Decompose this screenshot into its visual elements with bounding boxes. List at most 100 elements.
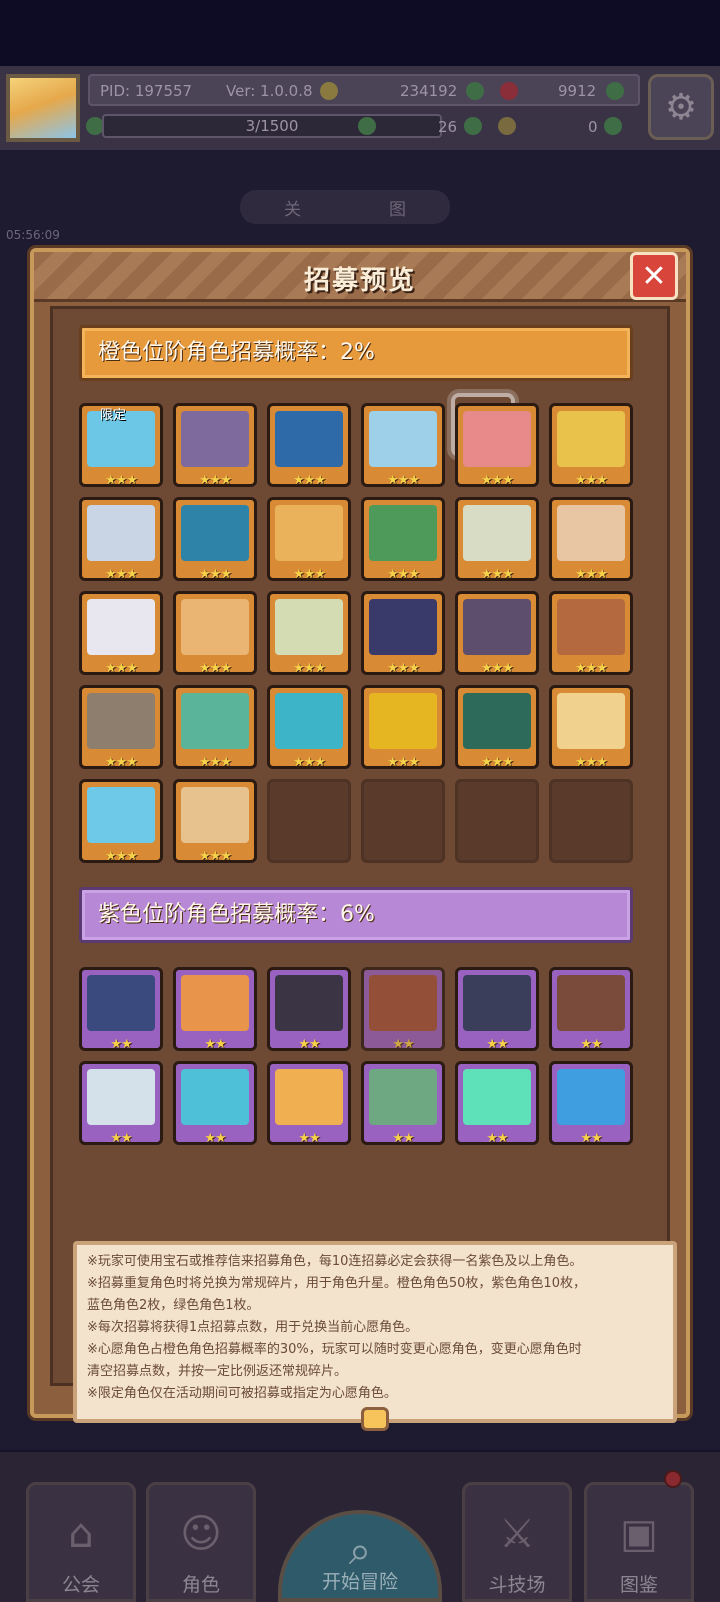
- character-card[interactable]: ★★: [267, 967, 351, 1052]
- character-card[interactable]: ★★★: [361, 403, 445, 488]
- rule-line: ※玩家可使用宝石或推荐信来招募角色，每10连招募必定会获得一名紫色及以上角色。: [87, 1254, 583, 1269]
- character-card[interactable]: ★★: [455, 967, 539, 1052]
- nav-roles-button[interactable]: ☺ 角色: [146, 1482, 256, 1602]
- xp-bar: 3/1500: [102, 114, 442, 138]
- character-card[interactable]: ★★★: [267, 591, 351, 676]
- plus-icon[interactable]: [604, 117, 622, 135]
- character-card[interactable]: ★★: [361, 1061, 445, 1146]
- player-info-panel: PID: 197557 Ver: 1.0.0.8 234192 9912: [88, 74, 640, 106]
- gold-count: 234192: [400, 82, 458, 100]
- notification-dot: [664, 1470, 682, 1488]
- character-card[interactable]: ★★★: [79, 497, 163, 582]
- gem-icon: [500, 82, 518, 100]
- settings-gear-icon[interactable]: ⚙: [648, 74, 714, 140]
- game-version: Ver: 1.0.0.8: [226, 82, 313, 100]
- character-card[interactable]: ★★★: [173, 403, 257, 488]
- rule-line: 清空招募点数，并按一定比例返还常规碎片。: [87, 1364, 348, 1379]
- empty-slot: [549, 779, 633, 863]
- plus-icon[interactable]: [464, 117, 482, 135]
- gold-icon: [320, 82, 338, 100]
- guild-icon: ⌂: [68, 1511, 94, 1557]
- crossed-swords-icon: ⚔: [499, 1511, 535, 1557]
- character-card[interactable]: 限定 ★★★: [79, 403, 163, 488]
- character-card[interactable]: ★★★: [549, 591, 633, 676]
- close-icon: ✕: [641, 258, 667, 294]
- modal-title-bar: 招募预览 ✕: [34, 252, 686, 302]
- character-card[interactable]: ★★: [549, 967, 633, 1052]
- character-card[interactable]: ★★★: [79, 685, 163, 770]
- character-card[interactable]: ★★★: [267, 685, 351, 770]
- top-bar: PID: 197557 Ver: 1.0.0.8 234192 9912 3/1…: [0, 66, 720, 150]
- rule-line: ※招募重复角色时将兑换为常规碎片，用于角色升星。橙色角色50枚，紫色角色10枚，: [87, 1276, 586, 1291]
- recruit-rules-notes: ※玩家可使用宝石或推荐信来招募角色，每10连招募必定会获得一名紫色及以上角色。 …: [73, 1241, 677, 1423]
- clover-icon: [358, 117, 376, 135]
- plus-icon[interactable]: [606, 82, 624, 100]
- character-card[interactable]: ★★: [361, 967, 445, 1052]
- character-card[interactable]: ★★: [173, 967, 257, 1052]
- plus-icon[interactable]: [466, 82, 484, 100]
- player-avatar[interactable]: [6, 74, 80, 142]
- boot-icon: [498, 117, 516, 135]
- scroll-handle[interactable]: [361, 1407, 389, 1431]
- character-card[interactable]: ★★★: [173, 497, 257, 582]
- character-icon: ☺: [180, 1511, 222, 1557]
- player-id: PID: 197557: [100, 82, 193, 100]
- recruit-preview-modal: 招募预览 ✕ 橙色位阶角色招募概率：2% 限定 ★★★ ★★★ ★★★ ★★★ ★…: [30, 248, 690, 1431]
- character-card[interactable]: ★★★: [173, 779, 257, 864]
- character-card[interactable]: ★★★: [361, 685, 445, 770]
- character-card[interactable]: ★★: [79, 1061, 163, 1146]
- purple-character-grid: ★★ ★★ ★★ ★★ ★★ ★★ ★★ ★★ ★★ ★★ ★★ ★★: [79, 967, 633, 1146]
- character-card[interactable]: ★★★: [455, 497, 539, 582]
- nav-guild-button[interactable]: ⌂ 公会: [26, 1482, 136, 1602]
- character-card[interactable]: ★★: [173, 1061, 257, 1146]
- rule-line: 蓝色角色2枚，绿色角色1枚。: [87, 1298, 260, 1313]
- empty-slot: [361, 779, 445, 863]
- character-card[interactable]: ★★: [79, 967, 163, 1052]
- nav-arena-button[interactable]: ⚔ 斗技场: [462, 1482, 572, 1602]
- character-card[interactable]: ★★★: [455, 685, 539, 770]
- background-tab-left: 关: [284, 199, 301, 220]
- nav-guild-label: 公会: [61, 1574, 100, 1596]
- purple-rate-header: 紫色位阶角色招募概率：6%: [79, 887, 633, 943]
- character-card[interactable]: ★★★: [549, 497, 633, 582]
- rule-line: ※每次招募将获得1点招募点数，用于兑换当前心愿角色。: [87, 1320, 419, 1335]
- status-bar: [0, 0, 720, 66]
- character-card[interactable]: ★★★: [79, 779, 163, 864]
- rule-line: ※心愿角色占橙色角色招募概率的30%，玩家可以随时变更心愿角色，变更心愿角色时: [87, 1342, 582, 1357]
- character-card[interactable]: ★★★: [267, 403, 351, 488]
- boot-count: 0: [588, 118, 598, 136]
- character-card[interactable]: ★★★: [267, 497, 351, 582]
- nav-arena-label: 斗技场: [488, 1574, 546, 1596]
- empty-slot: [455, 779, 539, 863]
- empty-slot: [267, 779, 351, 863]
- background-tab-switch[interactable]: 关 图: [240, 190, 450, 224]
- codex-icon: ▣: [620, 1511, 658, 1557]
- background-timer: 05:56:09: [6, 228, 60, 242]
- character-card[interactable]: ★★★: [361, 591, 445, 676]
- modal-content: 橙色位阶角色招募概率：2% 限定 ★★★ ★★★ ★★★ ★★★ ★★★ ★★★ …: [50, 306, 677, 1431]
- orange-rate-header: 橙色位阶角色招募概率：2%: [79, 325, 633, 381]
- close-button[interactable]: ✕: [630, 252, 678, 300]
- orange-character-grid: 限定 ★★★ ★★★ ★★★ ★★★ ★★★ ★★★ ★★★ ★★★ ★★★ ★★…: [79, 403, 633, 864]
- character-card[interactable]: ★★★: [549, 685, 633, 770]
- character-card[interactable]: ★★★: [549, 403, 633, 488]
- character-card[interactable]: ★★: [455, 1061, 539, 1146]
- start-adventure-label: 开始冒险: [321, 1571, 398, 1593]
- character-card[interactable]: ★★★: [173, 591, 257, 676]
- background-tab-right: 图: [389, 199, 406, 220]
- character-card[interactable]: ★★★: [361, 497, 445, 582]
- character-card[interactable]: ★★★: [79, 591, 163, 676]
- character-card[interactable]: ★★★: [455, 403, 539, 488]
- clover-count: 26: [438, 118, 458, 136]
- modal-title: 招募预览: [303, 266, 416, 296]
- nav-codex-label: 图鉴: [619, 1574, 658, 1596]
- character-card[interactable]: ★★★: [173, 685, 257, 770]
- nav-codex-button[interactable]: ▣ 图鉴: [584, 1482, 694, 1602]
- character-card[interactable]: ★★★: [455, 591, 539, 676]
- character-card[interactable]: ★★: [267, 1061, 351, 1146]
- limited-tag: 限定: [100, 408, 127, 423]
- character-card[interactable]: ★★: [549, 1061, 633, 1146]
- rule-line: ※限定角色仅在活动期间可被招募或指定为心愿角色。: [87, 1386, 397, 1401]
- xp-row: 3/1500 26 0: [86, 112, 640, 142]
- gem-count: 9912: [558, 82, 597, 100]
